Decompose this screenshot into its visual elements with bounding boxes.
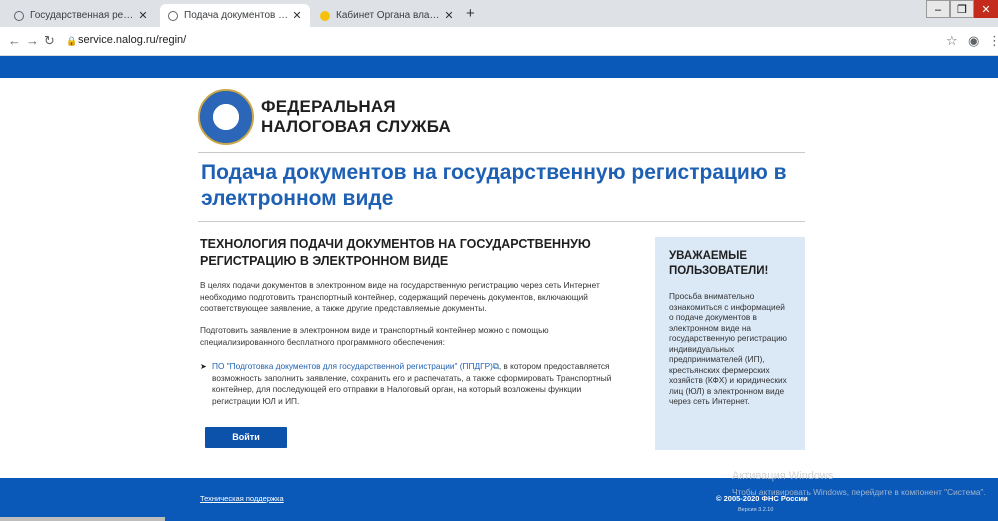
login-button[interactable]: Войти <box>205 427 287 448</box>
window-controls: – ❐ ✕ <box>926 0 998 18</box>
globe-icon <box>168 10 178 21</box>
browser-tab-bar: Государственная регистрация и ✕ Подача д… <box>0 0 998 27</box>
lock-icon[interactable]: 🔒 <box>66 36 77 47</box>
maximize-icon[interactable]: ❐ <box>950 0 974 18</box>
url-field[interactable]: service.nalog.ru/regin/ <box>78 34 186 46</box>
technical-support-link[interactable]: Техническая поддержка <box>200 494 284 503</box>
close-tab-icon[interactable]: ✕ <box>442 9 456 22</box>
divider <box>198 152 805 153</box>
divider <box>198 221 805 222</box>
organization-name[interactable]: ФЕДЕРАЛЬНАЯ НАЛОГОВАЯ СЛУЖБА <box>261 97 451 137</box>
tab-document-submission[interactable]: Подача документов на государстве ✕ <box>160 4 310 27</box>
software-paragraph: Подготовить заявление в электронном виде… <box>200 325 549 347</box>
tab-title: Подача документов на государстве <box>184 10 290 21</box>
ppdgr-software-link[interactable]: ПО "Подготовка документов для государств… <box>212 361 493 371</box>
tab-title: Кабинет Органа власти <box>336 10 442 21</box>
windows-activation-title: Активация Windows <box>732 470 834 482</box>
version-label: Версия 3.2.10 <box>738 507 774 513</box>
horizontal-scrollbar[interactable] <box>0 517 165 521</box>
close-window-icon[interactable]: ✕ <box>974 0 998 18</box>
tab-title: Государственная регистрация и <box>30 10 136 21</box>
bookmark-star-icon[interactable]: ☆ <box>946 33 958 49</box>
top-banner <box>0 56 998 78</box>
profile-icon[interactable]: ◉ <box>968 33 979 49</box>
close-tab-icon[interactable]: ✕ <box>136 9 150 22</box>
site-icon <box>320 10 330 21</box>
windows-activation-text: Чтобы активировать Windows, перейдите в … <box>732 487 986 497</box>
fns-emblem-logo[interactable] <box>198 89 254 145</box>
forward-icon[interactable]: → <box>26 33 39 48</box>
notice-heading: УВАЖАЕМЫЕ ПОЛЬЗОВАТЕЛИ! <box>669 250 769 277</box>
org-name-line1: ФЕДЕРАЛЬНАЯ <box>261 97 396 116</box>
new-tab-icon[interactable]: + <box>466 5 475 22</box>
software-list-item: ➤ ПО "Подготовка документов для государс… <box>200 361 630 407</box>
close-tab-icon[interactable]: ✕ <box>290 9 304 22</box>
minimize-icon[interactable]: – <box>926 0 950 18</box>
tab-authority-cabinet[interactable]: Кабинет Органа власти ✕ <box>312 4 462 27</box>
reload-icon[interactable]: ↻ <box>44 33 55 49</box>
address-bar: ← → ↻ 🔒 service.nalog.ru/regin/ ☆ ◉ ⋮ <box>0 27 998 56</box>
page-title: Подача документов на государственную рег… <box>201 161 787 210</box>
tab-state-registration[interactable]: Государственная регистрация и ✕ <box>6 4 156 27</box>
notice-body: Просьба внимательно ознакомиться с инфор… <box>669 291 787 406</box>
back-icon[interactable]: ← <box>8 33 21 48</box>
notice-box: УВАЖАЕМЫЕ ПОЛЬЗОВАТЕЛИ! Просьба внимател… <box>655 237 805 450</box>
footer: Техническая поддержка © 2005-2020 ФНС Ро… <box>0 478 998 521</box>
section-title: ТЕХНОЛОГИЯ ПОДАЧИ ДОКУМЕНТОВ НА ГОСУДАРС… <box>200 237 591 268</box>
intro-paragraph: В целях подачи документов в электронном … <box>200 280 600 313</box>
menu-icon[interactable]: ⋮ <box>988 33 998 49</box>
globe-icon <box>14 10 24 21</box>
org-name-line2: НАЛОГОВАЯ СЛУЖБА <box>261 117 451 136</box>
arrow-right-icon: ➤ <box>200 362 207 371</box>
